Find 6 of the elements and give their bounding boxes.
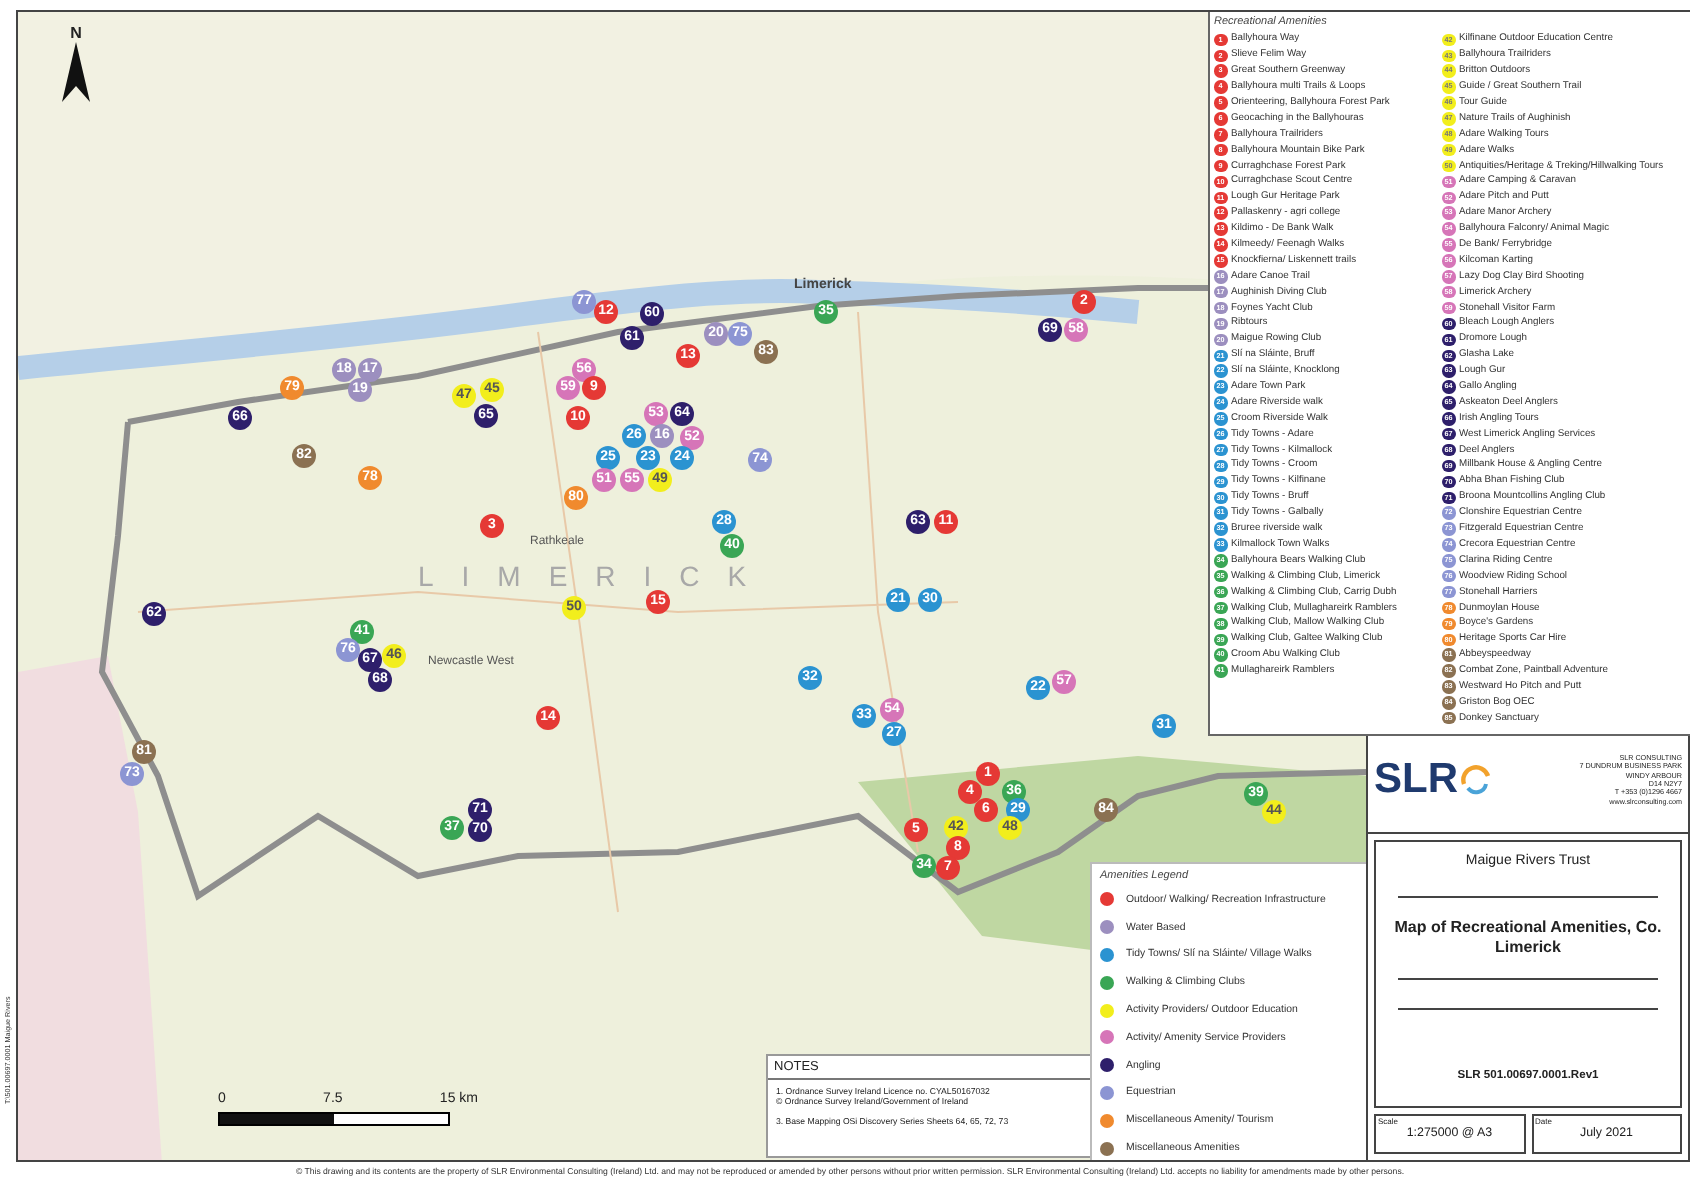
north-arrow-icon bbox=[62, 42, 90, 102]
swirl-icon bbox=[1460, 764, 1492, 796]
county-label: LIMERICK bbox=[418, 560, 775, 592]
north-label: N bbox=[70, 24, 82, 42]
map-title: Map of Recreational Amenities, Co. Limerick bbox=[1392, 918, 1664, 958]
company-logo: SLR bbox=[1374, 756, 1458, 804]
